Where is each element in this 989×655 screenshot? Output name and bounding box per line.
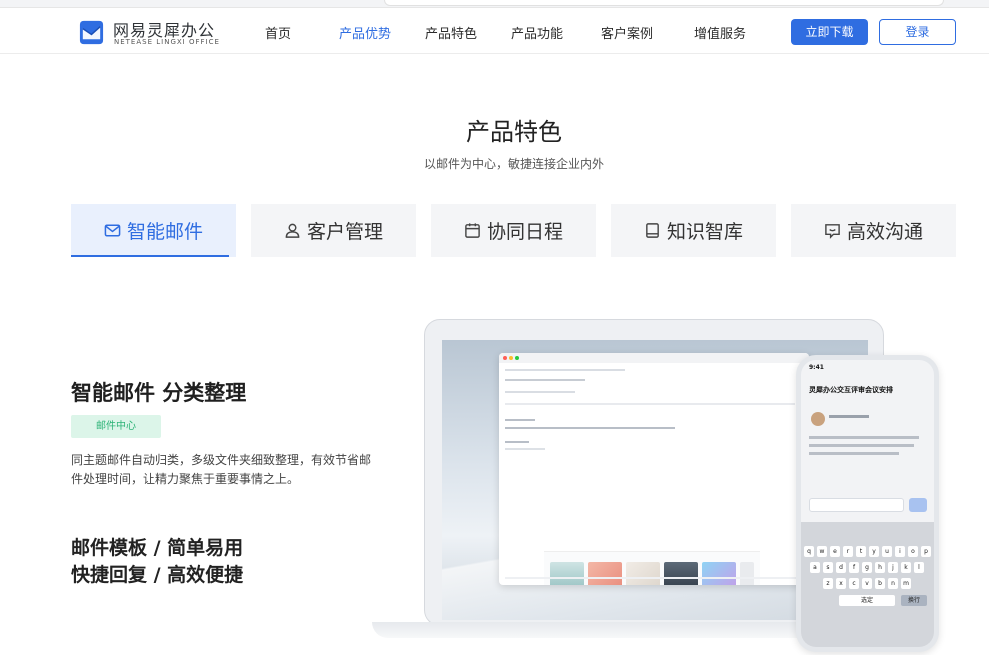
key[interactable]: w [817,546,827,557]
key[interactable]: i [895,546,905,557]
body-text-line [505,441,529,443]
attachment-line [505,391,575,393]
key[interactable]: o [908,546,918,557]
key[interactable]: g [862,562,872,573]
template-thumbnail[interactable] [588,562,622,585]
recipient-line [505,369,625,371]
phone-mockup: 9:41 灵犀办公交互评审会议安排 q w e r t y u i o p a … [796,355,939,652]
phone-status-time: 9:41 [809,364,824,371]
body-line [809,452,899,455]
tab-communication[interactable]: 高效沟通 [791,204,956,257]
signature-line [505,448,545,450]
tab-label: 客户管理 [306,221,383,243]
nav-item-cases[interactable]: 客户案例 [601,23,653,42]
brand-logo-icon [79,20,104,45]
phone-keyboard: q w e r t y u i o p a s d f g h j k l z … [801,522,934,647]
tab-label: 高效沟通 [846,221,923,243]
key[interactable]: l [914,562,924,573]
key[interactable]: z [823,578,833,589]
tab-label: 协同日程 [486,221,563,243]
key[interactable]: k [901,562,911,573]
tab-label: 智能邮件 [126,221,203,243]
body-line [809,444,914,447]
phone-mail-subject: 灵犀办公交互评审会议安排 [809,386,893,394]
window-footer [505,577,803,579]
section-title: 产品特色 [466,118,562,146]
template-thumbnail[interactable] [550,562,584,585]
newline-key[interactable]: 换行 [901,595,927,606]
book-icon [646,223,659,238]
key[interactable]: v [862,578,872,589]
key[interactable]: y [869,546,879,557]
chat-icon [825,224,840,239]
template-picker [544,551,760,585]
key[interactable]: q [804,546,814,557]
key[interactable]: x [836,578,846,589]
mail-compose-window [499,353,809,585]
body-text-line [505,427,675,429]
feature-description: 同主题邮件自动归类，多级文件夹细致整理，有效节省邮件处理时间，让精力聚焦于重要事… [71,453,372,486]
site-header: 网易灵犀办公 NETEASE LINGXI OFFICE 首页 产品优势 产品特… [0,8,989,54]
template-thumbnail[interactable] [626,562,660,585]
body-text-line [505,419,535,421]
nav-item-functions[interactable]: 产品功能 [511,23,563,42]
brand-name-en: NETEASE LINGXI OFFICE [114,38,220,46]
key[interactable]: n [888,578,898,589]
feature-more-item: 快捷回复 / 高效便捷 [71,564,244,586]
send-button[interactable] [909,498,927,512]
user-icon [285,223,300,238]
nav-item-services[interactable]: 增值服务 [694,23,746,42]
key[interactable]: b [875,578,885,589]
tab-smart-mail[interactable]: 智能邮件 [71,204,236,257]
key[interactable]: h [875,562,885,573]
tab-label: 知识智库 [666,221,743,243]
key[interactable]: p [921,546,931,557]
reply-input[interactable] [809,498,904,512]
template-thumbnail[interactable] [664,562,698,585]
calendar-icon [465,223,480,238]
key[interactable]: t [856,546,866,557]
confirm-key[interactable]: 选定 [839,595,895,606]
browser-top-strip [0,0,989,8]
body-line [809,436,919,439]
window-titlebar [499,353,809,363]
nav-item-home[interactable]: 首页 [265,23,291,42]
sender-line [829,415,869,418]
key[interactable]: d [836,562,846,573]
tab-calendar[interactable]: 协同日程 [431,204,596,257]
maximize-dot-icon [515,356,519,360]
key[interactable]: u [882,546,892,557]
tab-knowledge[interactable]: 知识智库 [611,204,776,257]
key[interactable]: j [888,562,898,573]
feature-title: 智能邮件 分类整理 [71,381,247,405]
feature-more-list: 邮件模板 / 简单易用 快捷回复 / 高效便捷 [71,535,243,589]
download-button[interactable]: 立即下载 [791,19,868,45]
avatar [811,412,825,426]
feature-badge: 邮件中心 [71,415,161,438]
key[interactable]: c [849,578,859,589]
key[interactable]: m [901,578,911,589]
nav-item-features[interactable]: 产品特色 [425,23,477,42]
key[interactable]: a [810,562,820,573]
key[interactable]: f [849,562,859,573]
template-thumbnail[interactable] [702,562,736,585]
editor-toolbar [505,403,795,405]
nav-item-advantages[interactable]: 产品优势 [339,23,391,42]
login-button[interactable]: 登录 [879,19,956,45]
minimize-dot-icon [509,356,513,360]
key[interactable]: r [843,546,853,557]
template-more[interactable] [740,562,754,585]
feature-more-item: 邮件模板 / 简单易用 [71,537,244,559]
key[interactable]: s [823,562,833,573]
key[interactable]: e [830,546,840,557]
mail-icon [104,224,121,237]
address-bar-edge [384,0,944,6]
brand-logo[interactable]: 网易灵犀办公 NETEASE LINGXI OFFICE [78,17,228,47]
tab-customer[interactable]: 客户管理 [251,204,416,257]
close-dot-icon [503,356,507,360]
section-subtitle: 以邮件为中心，敏捷连接企业内外 [423,157,604,171]
subject-line [505,379,585,381]
